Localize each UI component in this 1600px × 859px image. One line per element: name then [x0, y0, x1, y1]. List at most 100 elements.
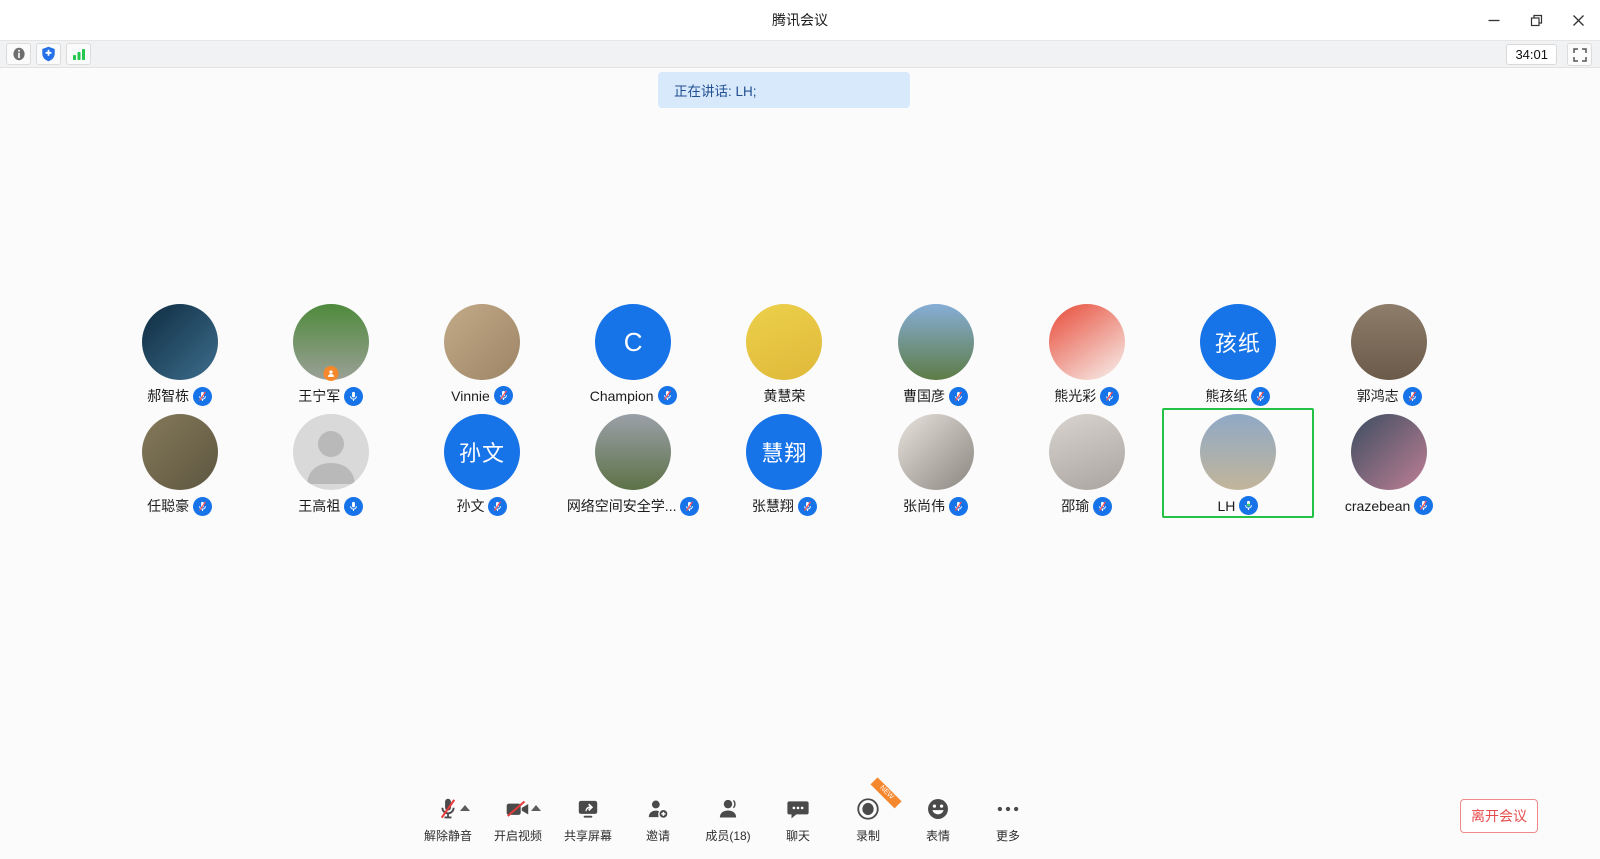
mic-muted-icon [1100, 387, 1119, 406]
members-icon [715, 796, 741, 822]
toolbar-item-screen-share[interactable]: 共享屏幕 [553, 796, 623, 844]
fullscreen-icon[interactable] [1567, 43, 1592, 66]
photo-avatar [444, 304, 520, 380]
participant-name: 网络空间安全学... [567, 496, 677, 516]
toolbar-item-label: 成员(18) [705, 827, 750, 844]
minimize-icon[interactable] [1480, 6, 1508, 34]
participant-name: 熊孩纸 [1205, 386, 1247, 406]
more-icon [995, 796, 1021, 822]
toolbar-item-label: 共享屏幕 [564, 827, 612, 844]
participant-tile-3[interactable]: Vinnie [406, 298, 557, 408]
meeting-timer: 34:01 [1506, 44, 1557, 65]
participant-tile-5[interactable]: 黄慧荣 [709, 298, 860, 408]
participant-tile-2[interactable]: 王宁军 [255, 298, 406, 408]
titlebar: 腾讯会议 [0, 0, 1600, 40]
status-strip: 34:01 [0, 40, 1600, 68]
participant-tile-12[interactable]: 孙文 孙文 [406, 408, 557, 518]
info-icon[interactable] [6, 43, 31, 65]
participant-tile-selected[interactable]: LH [1162, 408, 1313, 518]
mic-muted-icon [1251, 387, 1270, 406]
toolbar-item-label: 表情 [926, 827, 950, 844]
photo-avatar [595, 414, 671, 490]
toolbar-item-camera-off[interactable]: 开启视频 [483, 796, 553, 844]
participant-tile-18[interactable]: crazebean [1314, 408, 1465, 518]
mic-muted-icon [658, 386, 677, 405]
participant-tile-9[interactable]: 郭鸿志 [1314, 298, 1465, 408]
participant-tile-11[interactable]: 王高祖 [255, 408, 406, 518]
mic-muted-icon [494, 386, 513, 405]
toolbar-item-invite[interactable]: 邀请 [623, 796, 693, 844]
screen-share-icon [575, 796, 601, 822]
toolbar-item-more[interactable]: 更多 [973, 796, 1043, 844]
participant-name: 王高祖 [298, 496, 340, 516]
chat-icon [785, 796, 811, 822]
photo-avatar [746, 304, 822, 380]
default-avatar [293, 414, 369, 490]
caret-up-icon[interactable] [531, 805, 541, 811]
participant-name: 郝智栋 [147, 386, 189, 406]
toolbar-item-label: 邀请 [646, 827, 670, 844]
participant-name: 孙文 [456, 496, 484, 516]
initials-avatar: 慧翔 [746, 414, 822, 490]
mic-muted-icon [949, 387, 968, 406]
toolbar-item-label: 解除静音 [424, 827, 472, 844]
photo-avatar [1049, 414, 1125, 490]
leave-meeting-button[interactable]: 离开会议 [1460, 799, 1538, 833]
restore-icon[interactable] [1522, 6, 1550, 34]
shield-icon[interactable] [36, 43, 61, 65]
participant-name: LH [1217, 498, 1235, 514]
participant-tile-13[interactable]: 网络空间安全学... [558, 408, 709, 518]
network-signal-icon[interactable] [66, 43, 91, 65]
participant-name: 熊光彩 [1054, 386, 1096, 406]
toolbar-item-emoji[interactable]: 表情 [903, 796, 973, 844]
participant-name: 任聪豪 [147, 496, 189, 516]
participant-tile-14[interactable]: 慧翔 张慧翔 [709, 408, 860, 518]
toolbar-item-chat[interactable]: 聊天 [763, 796, 833, 844]
participant-name: 张尚伟 [903, 496, 945, 516]
photo-avatar [1351, 304, 1427, 380]
close-icon[interactable] [1564, 6, 1592, 34]
grid-row-1: 郝智栋 王宁军 Vinnie C Champion 黄慧荣 曹国彦 [104, 298, 1468, 408]
bottom-toolbar: 解除静音 开启视频 共享屏幕 邀请 成员(18) 聊天 NEW 录制 表情 更多 [413, 796, 1043, 844]
caret-up-icon[interactable] [460, 805, 470, 811]
toolbar-item-label: 聊天 [786, 827, 810, 844]
mic-on-icon [344, 497, 363, 516]
participant-tile-6[interactable]: 曹国彦 [860, 298, 1011, 408]
mic-muted-icon [193, 387, 212, 406]
photo-avatar [1351, 414, 1427, 490]
participant-tile-8[interactable]: 孩纸 熊孩纸 [1162, 298, 1313, 408]
emoji-icon [925, 796, 951, 822]
mic-muted-icon [1093, 497, 1112, 516]
participant-name: 曹国彦 [903, 386, 945, 406]
photo-avatar [142, 304, 218, 380]
participant-name: crazebean [1345, 498, 1410, 514]
photo-avatar [1049, 304, 1125, 380]
invite-icon [645, 796, 671, 822]
participant-tile-10[interactable]: 任聪豪 [104, 408, 255, 518]
toolbar-item-label: 开启视频 [494, 827, 542, 844]
toolbar-item-record[interactable]: NEW 录制 [833, 796, 903, 844]
toolbar-item-members[interactable]: 成员(18) [693, 796, 763, 844]
camera-off-icon [504, 796, 532, 822]
toolbar-item-label: 更多 [996, 827, 1020, 844]
window-title: 腾讯会议 [0, 0, 1600, 40]
participant-name: 邵瑜 [1061, 496, 1089, 516]
participant-tile-16[interactable]: 邵瑜 [1011, 408, 1162, 518]
initials-avatar: 孩纸 [1200, 304, 1276, 380]
mic-muted-icon [680, 497, 699, 516]
record-icon [855, 796, 881, 822]
host-badge-icon [323, 366, 338, 381]
photo-avatar [142, 414, 218, 490]
mic-muted-icon [1414, 496, 1433, 515]
mic-speaking-icon [1239, 496, 1258, 515]
grid-row-2: 任聪豪 王高祖 孙文 孙文 网络空间安全学... 慧翔 张慧翔 张尚伟 [104, 408, 1468, 518]
toolbar-item-mic-off[interactable]: 解除静音 [413, 796, 483, 844]
photo-avatar [898, 304, 974, 380]
participant-name: 张慧翔 [752, 496, 794, 516]
participant-tile-1[interactable]: 郝智栋 [104, 298, 255, 408]
mic-on-icon [344, 387, 363, 406]
participant-tile-15[interactable]: 张尚伟 [860, 408, 1011, 518]
mic-muted-icon [193, 497, 212, 516]
participant-tile-4[interactable]: C Champion [558, 298, 709, 408]
participant-tile-7[interactable]: 熊光彩 [1011, 298, 1162, 408]
